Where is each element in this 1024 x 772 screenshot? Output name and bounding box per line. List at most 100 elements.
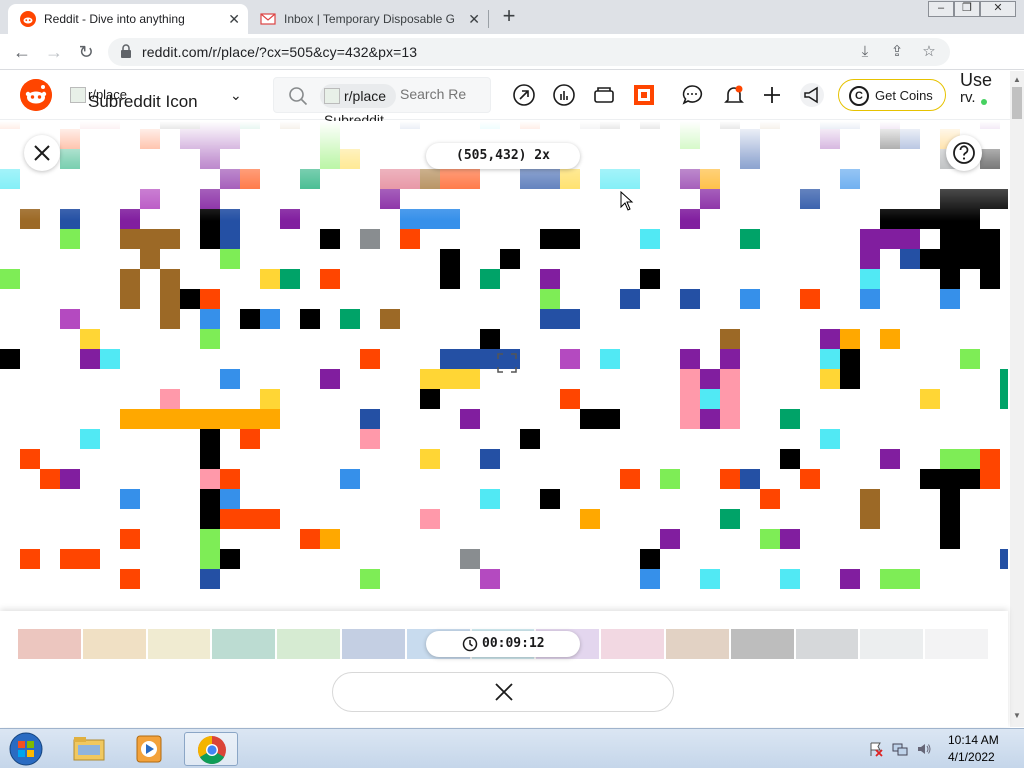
canvas-pixel[interactable]: [600, 121, 620, 129]
get-coins-button[interactable]: C Get Coins: [838, 79, 946, 111]
canvas-pixel[interactable]: [560, 389, 580, 409]
canvas-pixel[interactable]: [880, 129, 900, 149]
taskbar-time[interactable]: 10:14 AM: [948, 733, 999, 747]
canvas-pixel[interactable]: [140, 249, 160, 269]
canvas-pixel[interactable]: [220, 509, 280, 529]
canvas-pixel[interactable]: [320, 269, 340, 289]
canvas-pixel[interactable]: [880, 209, 980, 229]
canvas-pixel[interactable]: [0, 349, 20, 369]
canvas-pixel[interactable]: [940, 449, 980, 469]
canvas-pixel[interactable]: [700, 409, 720, 429]
canvas-pixel[interactable]: [860, 289, 880, 309]
canvas-pixel[interactable]: [500, 249, 520, 269]
canvas-pixel[interactable]: [360, 229, 380, 249]
canvas-pixel[interactable]: [400, 121, 420, 129]
canvas-pixel[interactable]: [620, 469, 640, 489]
reload-icon[interactable]: ↻: [74, 40, 98, 64]
canvas-pixel[interactable]: [900, 249, 920, 269]
back-arrow-icon[interactable]: ←: [10, 40, 34, 64]
canvas-pixel[interactable]: [420, 389, 440, 409]
canvas-pixel[interactable]: [560, 169, 580, 189]
canvas-pixel[interactable]: [740, 289, 760, 309]
canvas-pixel[interactable]: [20, 449, 40, 469]
palette-swatch[interactable]: [925, 629, 990, 659]
canvas-pixel[interactable]: [20, 209, 40, 229]
canvas-pixel[interactable]: [580, 121, 600, 129]
canvas-pixel[interactable]: [60, 129, 80, 149]
canvas-pixel[interactable]: [880, 121, 900, 129]
canvas-pixel[interactable]: [100, 349, 120, 369]
place-canvas[interactable]: (505,432) 2x: [0, 121, 1008, 613]
canvas-pixel[interactable]: [660, 469, 680, 489]
canvas-pixel[interactable]: [200, 209, 220, 249]
close-window-button[interactable]: ✕: [980, 1, 1016, 17]
canvas-pixel[interactable]: [640, 269, 660, 289]
canvas-pixel[interactable]: [460, 549, 480, 569]
canvas-pixel[interactable]: [160, 269, 180, 309]
palette-swatch[interactable]: [665, 629, 731, 659]
canvas-pixel[interactable]: [820, 429, 840, 449]
page-scrollbar[interactable]: ▲ ▼: [1010, 71, 1024, 727]
canvas-pixel[interactable]: [840, 569, 860, 589]
canvas-pixel[interactable]: [920, 249, 1000, 269]
canvas-pixel[interactable]: [360, 429, 380, 449]
rplace-icon[interactable]: [632, 83, 656, 107]
canvas-pixel[interactable]: [260, 389, 280, 409]
chat-icon[interactable]: [680, 83, 704, 107]
tab-inbox[interactable]: Inbox | Temporary Disposable Gm ✕: [248, 4, 488, 34]
canvas-pixel[interactable]: [480, 269, 500, 289]
palette-swatch[interactable]: [82, 629, 148, 659]
taskbar-date[interactable]: 4/1/2022: [948, 750, 995, 764]
canvas-pixel[interactable]: [0, 169, 20, 189]
canvas-pixel[interactable]: [220, 549, 240, 569]
canvas-pixel[interactable]: [720, 329, 740, 349]
canvas-pixel[interactable]: [480, 449, 500, 469]
media-player-icon[interactable]: [122, 732, 176, 766]
close-tab-icon[interactable]: ✕: [468, 11, 480, 28]
canvas-pixel[interactable]: [200, 189, 220, 209]
palette-swatch[interactable]: [730, 629, 796, 659]
subreddit-picker[interactable]: r/place Subreddit Icon ⌄: [70, 85, 250, 111]
canvas-pixel[interactable]: [360, 569, 380, 589]
canvas-pixel[interactable]: [240, 429, 260, 449]
canvas-pixel[interactable]: [920, 469, 980, 489]
canvas-pixel[interactable]: [760, 121, 780, 129]
canvas-pixel[interactable]: [360, 349, 380, 369]
bookmark-star-icon[interactable]: ☆: [920, 43, 938, 61]
canvas-pixel[interactable]: [800, 469, 820, 489]
canvas-pixel[interactable]: [240, 309, 260, 329]
close-tab-icon[interactable]: ✕: [228, 11, 240, 28]
canvas-pixel[interactable]: [780, 409, 800, 429]
canvas-pixel[interactable]: [220, 209, 240, 249]
canvas-pixel[interactable]: [120, 529, 140, 549]
canvas-pixel[interactable]: [640, 569, 660, 589]
canvas-pixel[interactable]: [520, 429, 540, 449]
chrome-taskbar-button[interactable]: [184, 732, 238, 766]
scrollbar-thumb[interactable]: [1012, 87, 1022, 119]
canvas-pixel[interactable]: [60, 549, 100, 569]
canvas-pixel[interactable]: [540, 229, 580, 249]
canvas-pixel[interactable]: [220, 169, 240, 189]
canvas-pixel[interactable]: [320, 121, 340, 149]
canvas-pixel[interactable]: [920, 389, 940, 409]
canvas-pixel[interactable]: [60, 309, 80, 329]
canvas-pixel[interactable]: [300, 169, 320, 189]
canvas-pixel[interactable]: [380, 169, 420, 189]
canvas-pixel[interactable]: [360, 409, 380, 429]
reddit-logo-icon[interactable]: [20, 79, 52, 111]
canvas-pixel[interactable]: [740, 229, 760, 249]
canvas-pixel[interactable]: [680, 369, 700, 429]
palette-swatch[interactable]: [341, 629, 407, 659]
canvas-pixel[interactable]: [760, 489, 780, 509]
canvas-pixel[interactable]: [820, 129, 840, 149]
tab-reddit[interactable]: Reddit - Dive into anything ✕: [8, 4, 248, 34]
canvas-pixel[interactable]: [320, 529, 340, 549]
close-canvas-button[interactable]: [24, 135, 60, 171]
file-explorer-icon[interactable]: [62, 732, 116, 766]
canvas-pixel[interactable]: [680, 121, 700, 129]
canvas-pixel[interactable]: [320, 229, 340, 249]
canvas-pixel[interactable]: [160, 309, 180, 329]
canvas-pixel[interactable]: [60, 229, 80, 249]
canvas-pixel[interactable]: [80, 429, 100, 449]
canvas-pixel[interactable]: [400, 209, 460, 229]
